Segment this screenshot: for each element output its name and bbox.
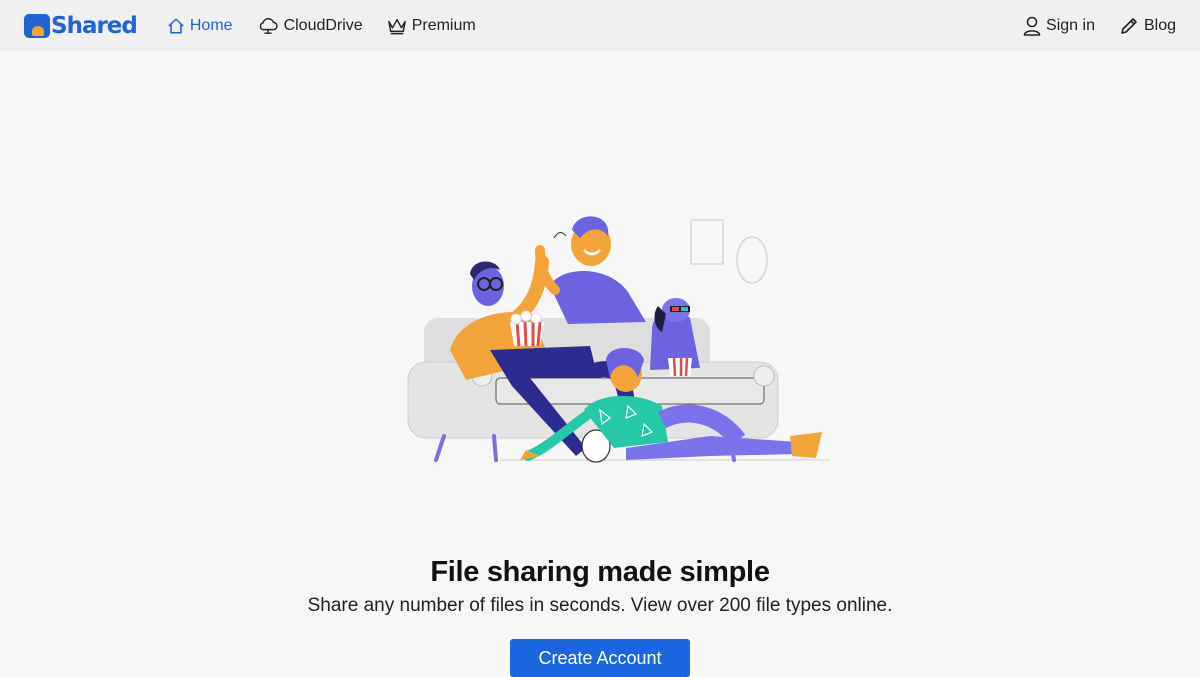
- hero-headline: File sharing made simple: [430, 556, 770, 588]
- logo-badge-icon: [24, 13, 50, 38]
- create-account-button[interactable]: Create Account: [510, 639, 690, 677]
- crown-icon: [387, 18, 406, 34]
- nav-home[interactable]: Home: [167, 0, 233, 51]
- nav-signin-label: Sign in: [1046, 16, 1095, 34]
- wall-mirror: [736, 236, 768, 284]
- pencil-icon: [1121, 17, 1137, 34]
- nav-right-group: Sign in Blog: [999, 0, 1176, 51]
- nav-blog[interactable]: Blog: [1119, 0, 1176, 51]
- nav-signin[interactable]: Sign in: [1023, 0, 1095, 51]
- hero-illustration: [407, 216, 830, 463]
- nav-home-label: Home: [189, 16, 233, 34]
- wall-frame: [690, 219, 724, 265]
- person-back: [535, 216, 646, 324]
- nav-premium-label: Premium: [411, 16, 476, 34]
- popcorn-bucket-left: [510, 310, 544, 347]
- dog: [650, 298, 700, 377]
- nav-blog-label: Blog: [1143, 16, 1176, 34]
- nav-clouddrive-label: CloudDrive: [283, 16, 363, 34]
- top-navbar: Shared Home CloudDrive Premium Sign in B…: [0, 0, 1200, 51]
- cloud-icon: [259, 17, 278, 34]
- logo-text: Shared: [51, 12, 138, 39]
- nav-clouddrive[interactable]: CloudDrive: [257, 0, 363, 51]
- user-icon: [1023, 16, 1041, 36]
- home-icon: [168, 17, 184, 34]
- brand-logo[interactable]: Shared: [24, 12, 138, 39]
- nav-premium[interactable]: Premium: [387, 0, 476, 51]
- hero-subline: Share any number of files in seconds. Vi…: [307, 595, 893, 616]
